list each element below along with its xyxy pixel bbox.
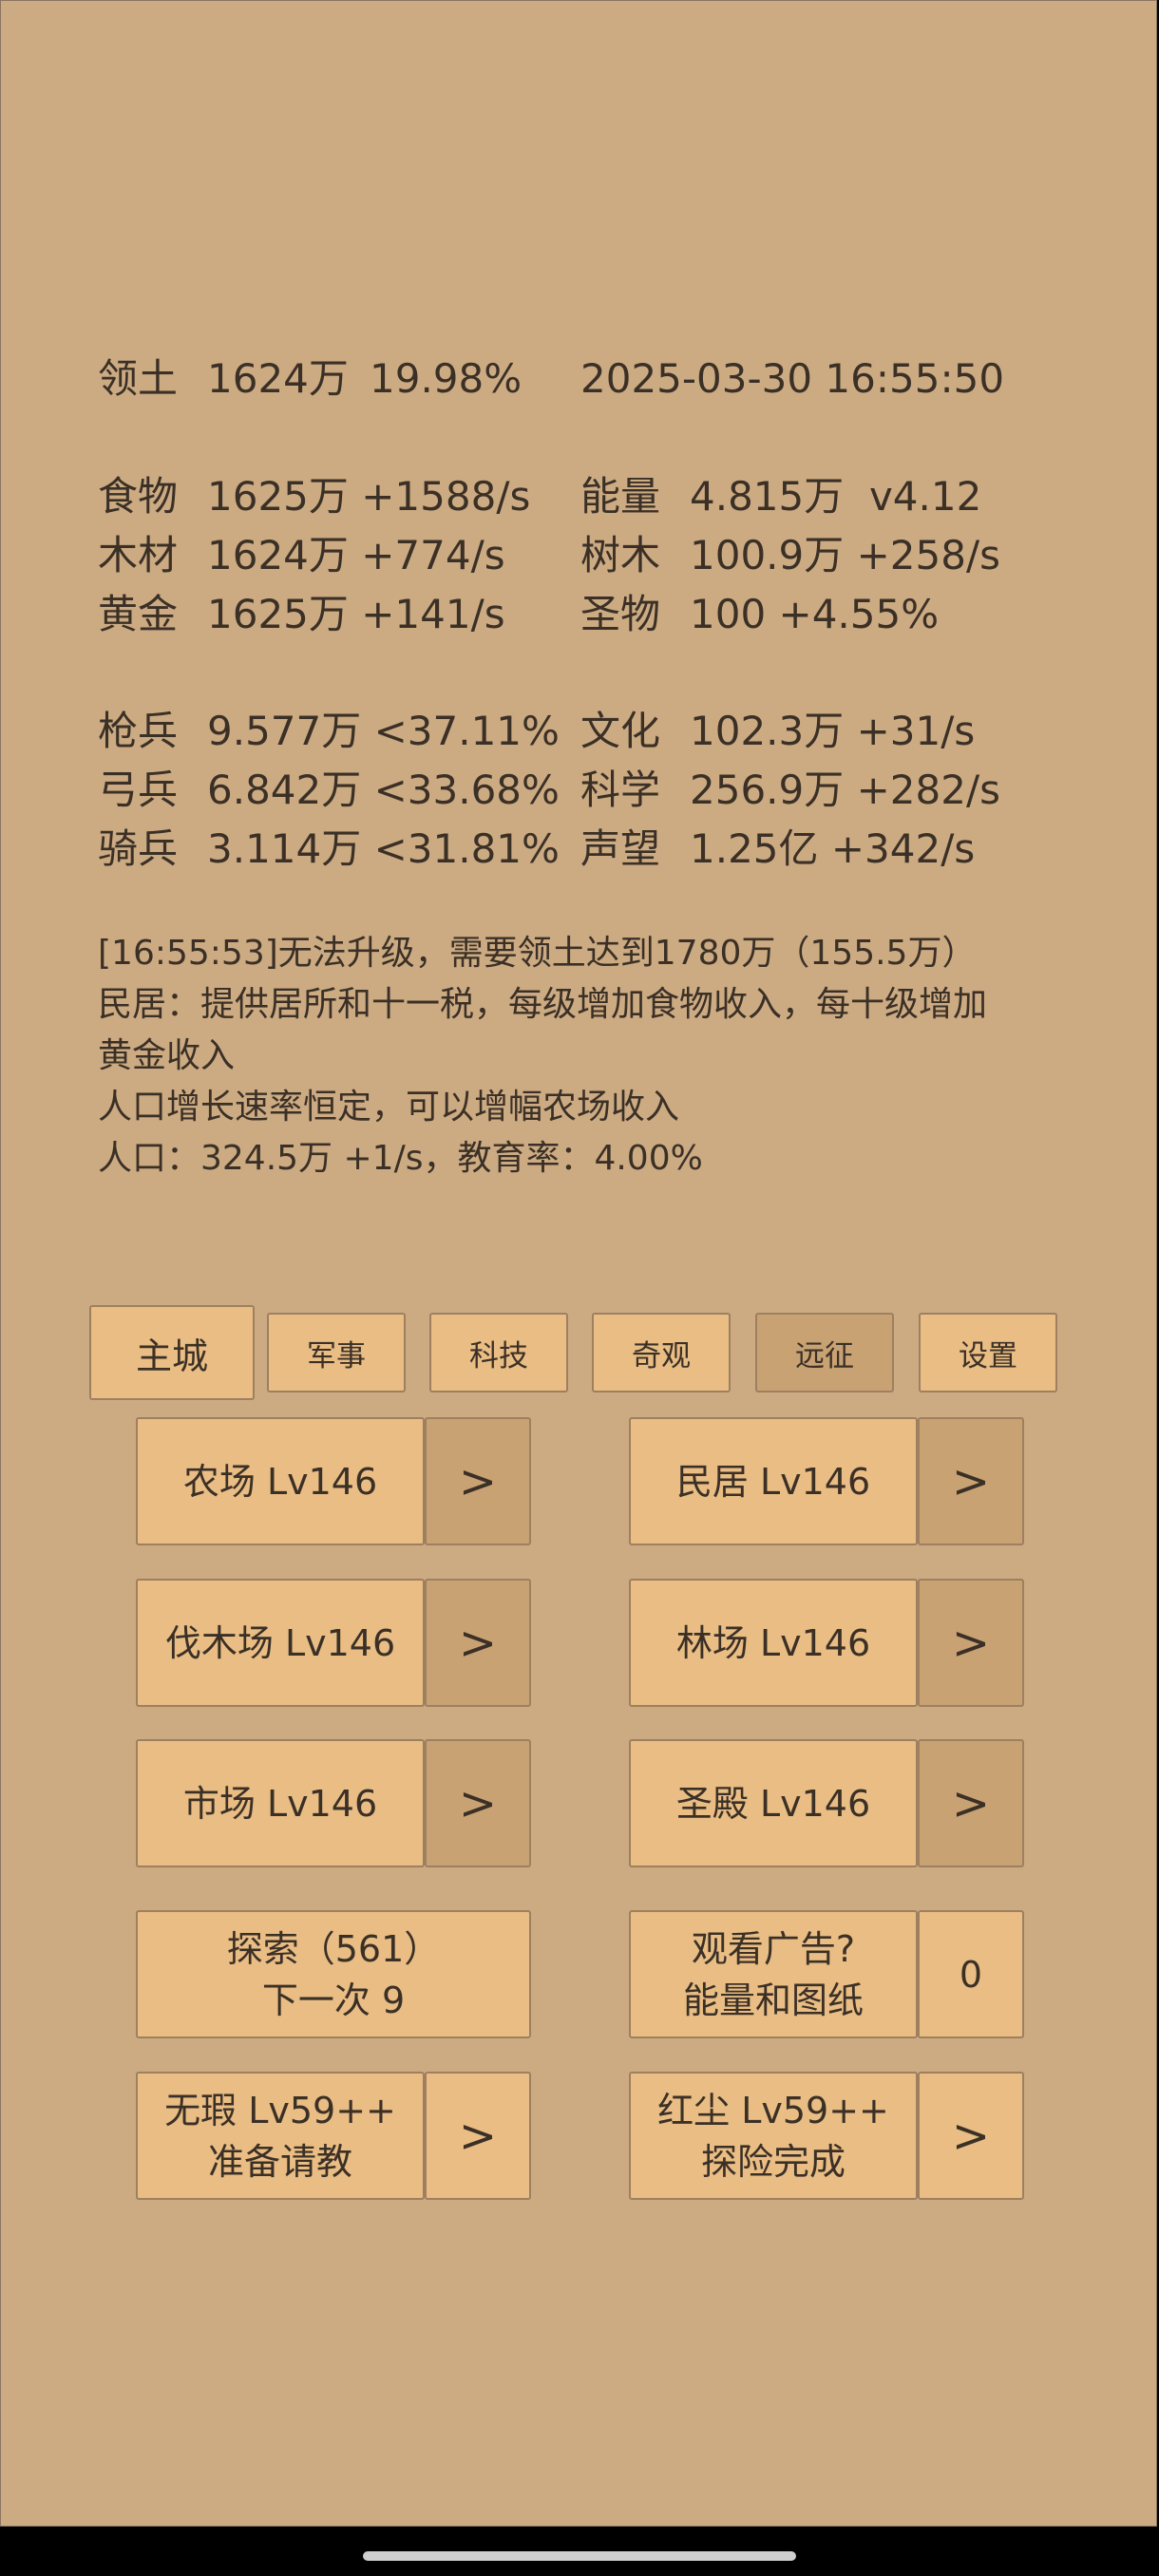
log-line-population-growth: 人口增长速率恒定，可以增幅农场收入 [98, 1088, 680, 1127]
gold-label: 黄金 [98, 591, 179, 637]
science-label: 科学 [580, 767, 661, 813]
watch-ad-title: 观看广告? [691, 1927, 856, 1970]
food-value: 1625万 +1588/s [207, 473, 531, 520]
home-indicator[interactable] [363, 2551, 796, 2561]
territory-label: 领土 [98, 355, 179, 402]
relic-value: 100 +4.55% [690, 591, 940, 637]
cavalry-value: 3.114万 <31.81% [207, 825, 560, 872]
wood-label: 木材 [98, 532, 179, 578]
tab-settings[interactable]: 设置 [919, 1313, 1057, 1392]
territory-percent: 19.98% [370, 355, 522, 402]
market-detail-button[interactable]: > [425, 1739, 531, 1867]
hero-hongchen-detail-button[interactable]: > [918, 2072, 1024, 2200]
culture-label: 文化 [580, 708, 661, 754]
lumber-mill-button[interactable]: 伐木场 Lv146 [136, 1579, 425, 1707]
archer-label: 弓兵 [98, 767, 179, 813]
prestige-label: 声望 [580, 825, 661, 872]
log-line-house-desc-cont: 黄金收入 [98, 1036, 236, 1075]
log-line-upgrade-error: [16:55:53]无法升级，需要领土达到1780万（155.5万） [98, 934, 977, 973]
relic-label: 圣物 [580, 591, 661, 637]
tab-military[interactable]: 军事 [267, 1313, 406, 1392]
market-button[interactable]: 市场 Lv146 [136, 1739, 425, 1867]
farm-detail-button[interactable]: > [425, 1417, 531, 1545]
game-screen: 领土 1624万 19.98% 2025-03-30 16:55:50 食物 1… [0, 0, 1157, 2527]
house-detail-button[interactable]: > [918, 1417, 1024, 1545]
energy-value: 4.815万 v4.12 [690, 473, 982, 520]
tab-technology[interactable]: 科技 [429, 1313, 568, 1392]
cavalry-label: 骑兵 [98, 825, 179, 872]
food-label: 食物 [98, 473, 179, 520]
farm-button[interactable]: 农场 Lv146 [136, 1417, 425, 1545]
temple-detail-button[interactable]: > [918, 1739, 1024, 1867]
ad-count-button[interactable]: 0 [918, 1910, 1024, 2038]
watch-ad-reward: 能量和图纸 [682, 1979, 864, 2021]
house-button[interactable]: 民居 Lv146 [629, 1417, 918, 1545]
forest-farm-button[interactable]: 林场 Lv146 [629, 1579, 918, 1707]
hero-wuxia-detail-button[interactable]: > [425, 2072, 531, 2200]
explore-next: 下一次 9 [261, 1979, 406, 2021]
hero-hongchen-button[interactable]: 红尘 Lv59++ 探险完成 [629, 2072, 918, 2200]
wood-value: 1624万 +774/s [207, 532, 505, 578]
hero-wuxia-level: 无瑕 Lv59++ [164, 2089, 396, 2131]
watch-ad-button[interactable]: 观看广告? 能量和图纸 [629, 1910, 918, 2038]
tab-main-city[interactable]: 主城 [89, 1305, 255, 1400]
explore-count: 探索（561） [226, 1927, 441, 1970]
spear-value: 9.577万 <37.11% [207, 708, 560, 754]
territory-value: 1624万 [207, 355, 349, 402]
hero-hongchen-level: 红尘 Lv59++ [657, 2089, 889, 2131]
energy-label: 能量 [580, 473, 661, 520]
temple-button[interactable]: 圣殿 Lv146 [629, 1739, 918, 1867]
hero-wuxia-button[interactable]: 无瑕 Lv59++ 准备请教 [136, 2072, 425, 2200]
log-line-population-stats: 人口：324.5万 +1/s，教育率：4.00% [98, 1139, 703, 1178]
gold-value: 1625万 +141/s [207, 591, 505, 637]
log-line-house-desc: 民居：提供居所和十一税，每级增加食物收入，每十级增加 [98, 985, 988, 1024]
explore-button[interactable]: 探索（561） 下一次 9 [136, 1910, 531, 2038]
archer-value: 6.842万 <33.68% [207, 767, 560, 813]
hero-wuxia-status: 准备请教 [207, 2140, 352, 2183]
lumber-mill-detail-button[interactable]: > [425, 1579, 531, 1707]
culture-value: 102.3万 +31/s [690, 708, 976, 754]
tab-expedition[interactable]: 远征 [755, 1313, 894, 1392]
spear-label: 枪兵 [98, 708, 179, 754]
tab-wonders[interactable]: 奇观 [592, 1313, 731, 1392]
trees-label: 树木 [580, 532, 661, 578]
forest-farm-detail-button[interactable]: > [918, 1579, 1024, 1707]
datetime: 2025-03-30 16:55:50 [580, 355, 1005, 402]
science-value: 256.9万 +282/s [690, 767, 1000, 813]
hero-hongchen-status: 探险完成 [700, 2140, 846, 2183]
trees-value: 100.9万 +258/s [690, 532, 1000, 578]
prestige-value: 1.25亿 +342/s [690, 825, 976, 872]
